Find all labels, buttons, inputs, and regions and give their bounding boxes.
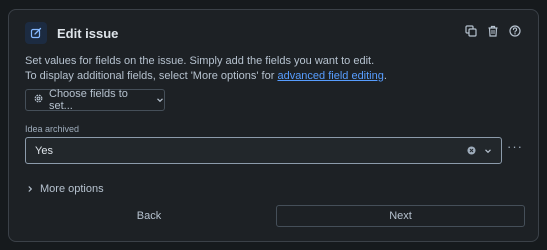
description: Set values for fields on the issue. Simp… [25,54,387,84]
choose-fields-button[interactable]: Choose fields to set... [25,88,165,112]
gear-icon [33,91,44,109]
edit-issue-panel: Edit issue Set values for fields on the … [8,9,539,242]
description-line-2-suffix: . [383,70,387,82]
field-label-idea-archived: Idea archived [25,124,80,134]
next-button[interactable]: Next [276,205,525,227]
chevron-right-icon [26,180,34,198]
description-line-2-prefix: To display additional fields, select 'Mo… [25,70,278,82]
help-icon[interactable] [508,24,521,37]
chevron-down-icon[interactable] [484,147,492,155]
duplicate-icon[interactable] [464,24,477,37]
page-title: Edit issue [57,25,119,41]
clear-icon[interactable] [467,146,476,155]
edit-icon [25,22,47,44]
select-value: Yes [35,144,53,157]
more-options-toggle[interactable]: More options [26,180,104,198]
description-line-2: To display additional fields, select 'Mo… [25,69,387,84]
more-actions-button[interactable]: ··· [507,139,523,154]
panel-header: Edit issue [25,22,118,44]
choose-fields-label: Choose fields to set... [49,88,128,112]
chevron-down-icon [156,96,164,104]
description-line-1: Set values for fields on the issue. Simp… [25,55,375,67]
header-actions [464,24,521,37]
back-button[interactable]: Back [25,205,273,227]
idea-archived-select[interactable]: Yes [25,137,502,164]
advanced-field-editing-link[interactable]: advanced field editing [277,70,383,82]
trash-icon[interactable] [486,24,499,37]
more-options-label: More options [40,183,104,195]
